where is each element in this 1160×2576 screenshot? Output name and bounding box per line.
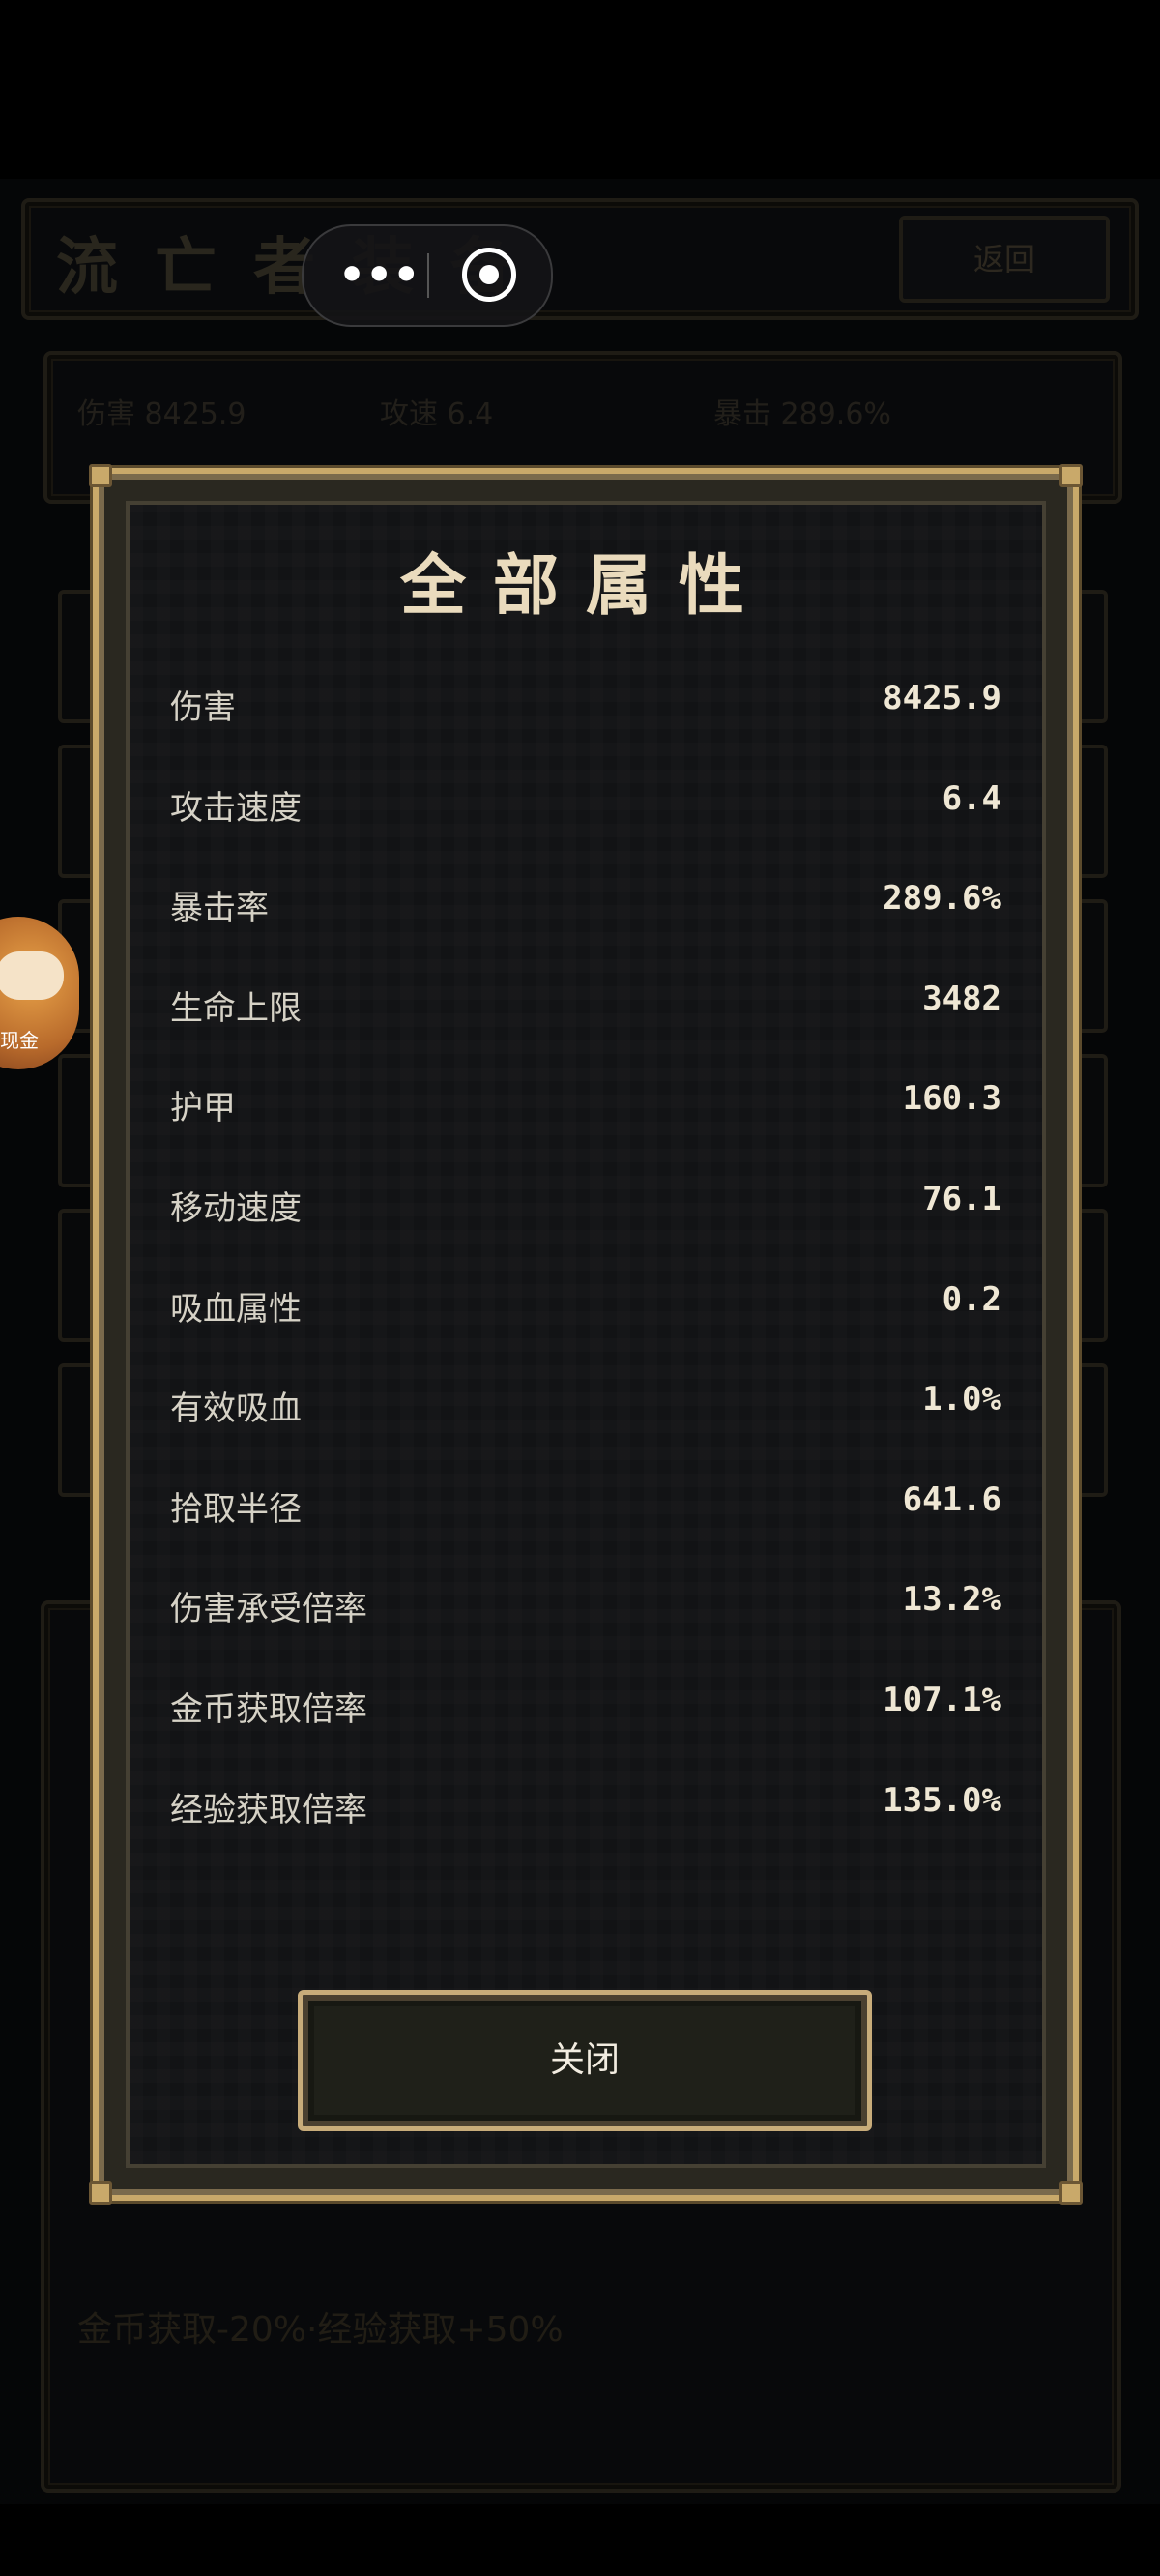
attribute-row: 拾取半径 641.6 bbox=[170, 1459, 1001, 1560]
attribute-value: 641.6 bbox=[902, 1479, 1001, 1519]
attribute-label: 经验获取倍率 bbox=[170, 1790, 367, 1830]
attribute-row: 吸血属性 0.2 bbox=[170, 1259, 1001, 1360]
attribute-label: 生命上限 bbox=[170, 988, 302, 1028]
attribute-label: 护甲 bbox=[170, 1089, 236, 1128]
attribute-row: 护甲 160.3 bbox=[170, 1058, 1001, 1158]
attribute-value: 135.0% bbox=[883, 1780, 1001, 1820]
corner-ornament bbox=[89, 2181, 112, 2205]
attribute-row: 金币获取倍率 107.1% bbox=[170, 1659, 1001, 1760]
corner-ornament bbox=[89, 464, 112, 487]
corner-ornament bbox=[1059, 464, 1083, 487]
attribute-value: 6.4 bbox=[942, 778, 1001, 818]
attribute-label: 金币获取倍率 bbox=[170, 1689, 367, 1729]
attribute-label: 吸血属性 bbox=[170, 1289, 302, 1329]
attribute-row: 伤害承受倍率 13.2% bbox=[170, 1559, 1001, 1659]
attribute-row: 有效吸血 1.0% bbox=[170, 1359, 1001, 1459]
attribute-value: 1.0% bbox=[922, 1380, 1001, 1420]
attribute-value: 76.1 bbox=[922, 1179, 1001, 1218]
modal-title: 全部属性 bbox=[399, 547, 771, 625]
mini-program-capsule: ••• bbox=[302, 224, 553, 327]
close-button[interactable]: 关闭 bbox=[298, 1990, 872, 2131]
attribute-value: 107.1% bbox=[883, 1680, 1001, 1719]
attribute-label: 拾取半径 bbox=[170, 1489, 302, 1529]
attribute-row: 经验获取倍率 135.0% bbox=[170, 1760, 1001, 1860]
all-attributes-modal: 全部属性 伤害 8425.9 攻击速度 6.4 暴击率 289.6% 生命上限 … bbox=[89, 464, 1083, 2205]
avatar-face-icon bbox=[0, 951, 64, 1000]
close-mini-program-icon[interactable] bbox=[462, 248, 516, 302]
attribute-row: 生命上限 3482 bbox=[170, 958, 1001, 1059]
corner-ornament bbox=[1059, 2181, 1083, 2205]
attribute-value: 160.3 bbox=[902, 1079, 1001, 1119]
attribute-label: 暴击率 bbox=[170, 889, 269, 928]
attribute-row: 移动速度 76.1 bbox=[170, 1158, 1001, 1259]
close-button-label: 关闭 bbox=[549, 2040, 620, 2080]
more-menu-icon[interactable]: ••• bbox=[338, 248, 420, 304]
attribute-row: 伤害 8425.9 bbox=[170, 658, 1001, 758]
attribute-label: 有效吸血 bbox=[170, 1390, 302, 1429]
floating-avatar-label: 现金 bbox=[0, 1029, 39, 1052]
capsule-divider bbox=[427, 253, 429, 298]
attribute-value: 8425.9 bbox=[883, 679, 1001, 717]
attribute-value: 3482 bbox=[922, 979, 1001, 1018]
attribute-value: 0.2 bbox=[942, 1279, 1001, 1319]
attribute-value: 13.2% bbox=[902, 1580, 1001, 1620]
attribute-label: 攻击速度 bbox=[170, 788, 302, 828]
attribute-row: 暴击率 289.6% bbox=[170, 858, 1001, 958]
attribute-label: 移动速度 bbox=[170, 1188, 302, 1228]
attribute-value: 289.6% bbox=[883, 879, 1001, 919]
attribute-list: 伤害 8425.9 攻击速度 6.4 暴击率 289.6% 生命上限 3482 … bbox=[170, 658, 1001, 1859]
attribute-row: 攻击速度 6.4 bbox=[170, 758, 1001, 859]
attribute-label: 伤害 bbox=[170, 688, 236, 727]
attribute-label: 伤害承受倍率 bbox=[170, 1590, 367, 1629]
